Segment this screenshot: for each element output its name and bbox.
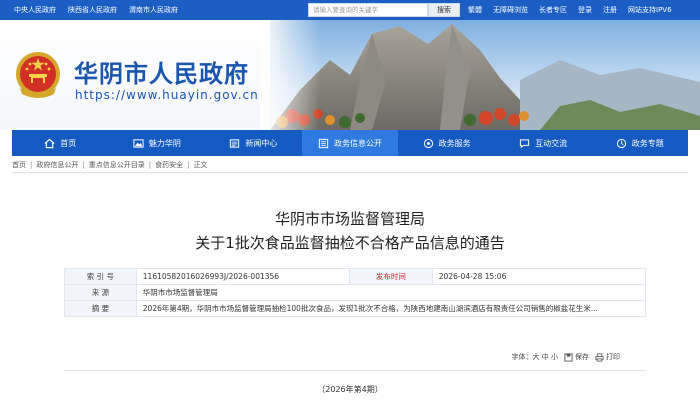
meta-row-index: 索 引 号 11610582016026993J/2026-001356 发布时… (64, 268, 647, 285)
landscape-icon (133, 138, 144, 148)
nav-item-label: 政务服务 (438, 138, 471, 148)
breadcrumb-gov-info[interactable]: 政府信息公开 (36, 160, 78, 170)
meta-value-summary: 2026年第4期，华阴市市场监督管理局抽检100批次食品，发现1批次不合格，为陕… (135, 300, 647, 317)
article-tools: 字体：大 中 小 保存 打印 (512, 352, 620, 362)
nav-item-label: 新闻中心 (245, 138, 278, 148)
save-button[interactable]: 保存 (564, 352, 589, 362)
top-tools: 繁體 无障碍浏览 长者专区 登录 注册 网站支持IPV6 (468, 0, 672, 20)
site-url: https://www.huayin.gov.cn (75, 88, 259, 102)
meta-value-index: 11610582016026993J/2026-001356 (135, 268, 350, 285)
home-icon (44, 138, 55, 148)
meta-row-summary: 摘 要 2026年第4期，华阴市市场监督管理局抽检100批次食品，发现1批次不合… (64, 300, 647, 317)
print-label: 打印 (606, 353, 620, 361)
nav-item-news[interactable]: 新闻中心 (205, 130, 302, 156)
nav-item-label: 首页 (60, 138, 77, 148)
nav-item-charm[interactable]: 魅力华阴 (109, 130, 206, 156)
breadcrumb-separator: | (30, 161, 33, 169)
chat-icon (520, 138, 530, 148)
meta-value-date: 2026-04-28 15:06 (431, 268, 647, 285)
accessibility-link[interactable]: 无障碍浏览 (493, 5, 528, 15)
national-emblem-icon (16, 52, 60, 98)
print-button[interactable]: 打印 (595, 352, 620, 362)
breadcrumb-home[interactable]: 首页 (12, 160, 26, 170)
meta-label-date: 发布时间 (348, 268, 433, 285)
meta-label-source: 来 源 (64, 284, 137, 301)
traditional-chinese-link[interactable]: 繁體 (468, 5, 482, 15)
breadcrumb-current: 正文 (193, 161, 208, 169)
breadcrumb-food-safety[interactable]: 食药安全 (155, 160, 183, 170)
article-title-line1: 华阴市市场监督管理局 (274, 210, 425, 228)
nav-item-label: 魅力华阴 (148, 138, 181, 148)
search-button[interactable]: 搜索 (428, 3, 460, 17)
newspaper-icon (230, 138, 240, 148)
meta-label-index: 索 引 号 (64, 268, 137, 285)
breadcrumb-key-catalog[interactable]: 重点信息公开目录 (89, 160, 145, 170)
service-icon (423, 138, 433, 148)
top-bar: 中央人民政府 陕西省人民政府 渭南市人民政府 请输入要查询的关键字 搜索 繁體 … (0, 0, 700, 20)
nav-item-label: 互动交流 (535, 138, 568, 148)
nav-item-service[interactable]: 政务服务 (398, 130, 495, 156)
article-panel: 华阴市市场监督管理局 关于1批次食品监督抽检不合格产品信息的通告 索 引 号 1… (12, 174, 688, 402)
breadcrumb-separator: | (148, 161, 152, 169)
main-nav: 首页 魅力华阴 新闻中心 政务信息公开 政务服务 互动交流 政务专题 (12, 130, 688, 156)
article-title-line2: 关于1批次食品监督抽检不合格产品信息的通告 (195, 234, 505, 252)
issue-label: （2026年第4期） (317, 385, 383, 394)
breadcrumb-separator: | (187, 161, 190, 169)
meta-value-source: 华阴市市场监督管理局 (135, 284, 647, 301)
breadcrumb-separator: | (82, 161, 85, 169)
print-icon (595, 352, 604, 362)
site-title[interactable]: 华阴市人民政府 (74, 54, 249, 89)
nav-item-interaction[interactable]: 互动交流 (495, 130, 592, 156)
search-input[interactable]: 请输入要查询的关键字 (308, 3, 428, 17)
font-size-switch[interactable]: 字体：大 中 小 (512, 352, 558, 362)
login-link[interactable]: 登录 (578, 5, 592, 15)
nav-item-label: 政务专题 (631, 138, 664, 148)
topic-icon (616, 138, 626, 148)
elderly-zone-link[interactable]: 长者专区 (539, 5, 567, 15)
register-link[interactable]: 注册 (603, 5, 617, 15)
article-meta-table: 索 引 号 11610582016026993J/2026-001356 发布时… (64, 268, 647, 317)
save-label: 保存 (575, 353, 589, 361)
header-banner: 华阴市人民政府 https://www.huayin.gov.cn (0, 20, 700, 130)
nav-item-gov-info[interactable]: 政务信息公开 (301, 130, 399, 156)
nav-item-home[interactable]: 首页 (12, 130, 109, 156)
meta-row-source: 来 源 华阴市市场监督管理局 (64, 284, 647, 301)
link-shaanxi-gov[interactable]: 陕西省人民政府 (68, 5, 117, 15)
list-icon (318, 138, 329, 148)
ipv6-link[interactable]: 网站支持IPV6 (628, 5, 672, 15)
link-weinan-gov[interactable]: 渭南市人民政府 (129, 5, 178, 15)
save-icon (564, 352, 573, 362)
related-links: 中央人民政府 陕西省人民政府 渭南市人民政府 (14, 0, 178, 20)
nav-item-topics[interactable]: 政务专题 (591, 130, 688, 156)
link-central-gov[interactable]: 中央人民政府 (14, 5, 56, 15)
breadcrumb: 首页 | 政府信息公开 | 重点信息公开目录 | 食药安全 | 正文 (12, 160, 688, 173)
divider (64, 370, 646, 371)
nav-item-label: 政务信息公开 (334, 138, 383, 148)
meta-label-summary: 摘 要 (64, 300, 137, 317)
